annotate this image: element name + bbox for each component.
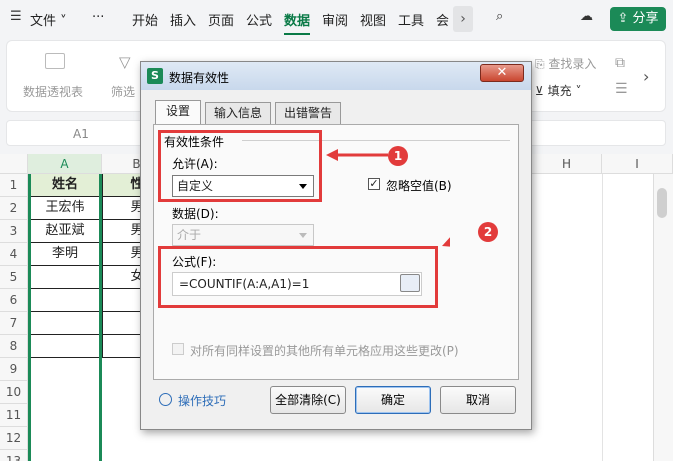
row-header-7[interactable]: 7 (0, 312, 28, 335)
tab-insert[interactable]: 插入 (170, 10, 196, 29)
column-header-a[interactable]: A (28, 154, 102, 174)
filter-icon: ▽ (119, 53, 131, 71)
annotation-badge-1: 1 (388, 146, 408, 166)
lookup-entry-button[interactable]: ⎘ 查找录入 (535, 55, 596, 72)
row-header-3[interactable]: 3 (0, 220, 28, 243)
row-header-8[interactable]: 8 (0, 335, 28, 358)
cell-a8[interactable] (28, 335, 102, 358)
search-icon[interactable]: ⌕ (496, 9, 503, 24)
cell-a2[interactable]: 王宏伟 (28, 197, 102, 220)
tips-link[interactable]: 操作技巧 (178, 392, 226, 409)
tab-review[interactable]: 审阅 (322, 10, 348, 29)
gridline (602, 174, 603, 461)
chevron-down-icon (299, 233, 307, 238)
row-header-4[interactable]: 4 (0, 243, 28, 266)
column-header-h[interactable]: H (532, 154, 602, 174)
tab-home[interactable]: 开始 (132, 10, 158, 29)
row-header-5[interactable]: 5 (0, 266, 28, 289)
cell-a1[interactable]: 姓名 (28, 174, 102, 197)
annotation-box-1 (158, 130, 322, 202)
apply-all-checkbox[interactable] (172, 343, 184, 355)
pivot-table-icon (45, 53, 65, 69)
tab-formula[interactable]: 公式 (246, 10, 272, 29)
chevron-right-icon[interactable]: › (453, 6, 473, 32)
apply-all-label[interactable]: 对所有同样设置的其他所有单元格应用这些更改(P) (190, 342, 459, 359)
menu-bar: ☰ 文件 ˅ ··· 开始 插入 页面 公式 数据 审阅 视图 工具 会 › ⌕… (0, 0, 673, 38)
select-all-corner[interactable] (0, 154, 28, 174)
annotation-badge-2: 2 (478, 222, 498, 242)
column-header-i[interactable]: I (602, 154, 673, 174)
row-header-2[interactable]: 2 (0, 197, 28, 220)
share-button[interactable]: ⇪ 分享 (610, 7, 666, 31)
dialog-title: 数据有效性 (169, 71, 230, 85)
menu-icon[interactable]: ☰ (10, 9, 22, 24)
row-header-1[interactable]: 1 (0, 174, 28, 197)
annotation-arrows (326, 149, 450, 247)
fill-button[interactable]: ⊻ 填充 ˅ (535, 82, 581, 99)
row-header-10[interactable]: 10 (0, 381, 28, 404)
tab-data[interactable]: 数据 (284, 10, 311, 35)
cell-a5[interactable] (28, 266, 102, 289)
dialog-titlebar[interactable]: S 数据有效性 ✕ (141, 62, 531, 90)
filter-button[interactable]: 筛选 (111, 83, 135, 100)
tab-input-message[interactable]: 输入信息 (205, 102, 271, 124)
clear-all-button[interactable]: 全部清除(C) (270, 386, 346, 414)
row-header-13[interactable]: 13 (0, 450, 28, 461)
row-header-12[interactable]: 12 (0, 427, 28, 450)
scrollbar-thumb[interactable] (657, 188, 667, 218)
cell-a7[interactable] (28, 312, 102, 335)
row-header-6[interactable]: 6 (0, 289, 28, 312)
cloud-icon[interactable]: ☁ (580, 9, 593, 24)
tab-member[interactable]: 会 (436, 10, 449, 29)
name-box[interactable]: A1 (73, 127, 89, 141)
close-button[interactable]: ✕ (480, 64, 524, 82)
annotation-box-2 (158, 246, 438, 308)
tab-view[interactable]: 视图 (360, 10, 386, 29)
cell-a6[interactable] (28, 289, 102, 312)
play-icon (159, 393, 172, 406)
selection-border-right (99, 174, 102, 461)
duplicate-icon[interactable]: ⧉ (615, 55, 625, 71)
ribbon-scroll-right-icon[interactable]: › (643, 67, 649, 86)
tab-page[interactable]: 页面 (208, 10, 234, 29)
tab-tools[interactable]: 工具 (398, 10, 424, 29)
row-header-9[interactable]: 9 (0, 358, 28, 381)
file-menu[interactable]: 文件 ˅ (30, 10, 67, 29)
row-header-11[interactable]: 11 (0, 404, 28, 427)
tab-settings[interactable]: 设置 (155, 100, 201, 124)
spreadsheet-app: ☰ 文件 ˅ ··· 开始 插入 页面 公式 数据 审阅 视图 工具 会 › ⌕… (0, 0, 673, 461)
selection-border-left (28, 174, 31, 461)
more-menu[interactable]: ··· (92, 10, 104, 25)
app-logo-icon: S (147, 68, 163, 84)
pivot-table-button[interactable]: 数据透视表 (23, 83, 83, 100)
ok-button[interactable]: 确定 (355, 386, 431, 414)
cell-a4[interactable]: 李明 (28, 243, 102, 266)
cell-a3[interactable]: 赵亚斌 (28, 220, 102, 243)
data-label: 数据(D): (172, 207, 219, 221)
list-icon[interactable]: ☰ (615, 81, 628, 97)
tab-error-alert[interactable]: 出错警告 (275, 102, 341, 124)
data-select[interactable]: 介于 (172, 224, 314, 246)
cancel-button[interactable]: 取消 (440, 386, 516, 414)
